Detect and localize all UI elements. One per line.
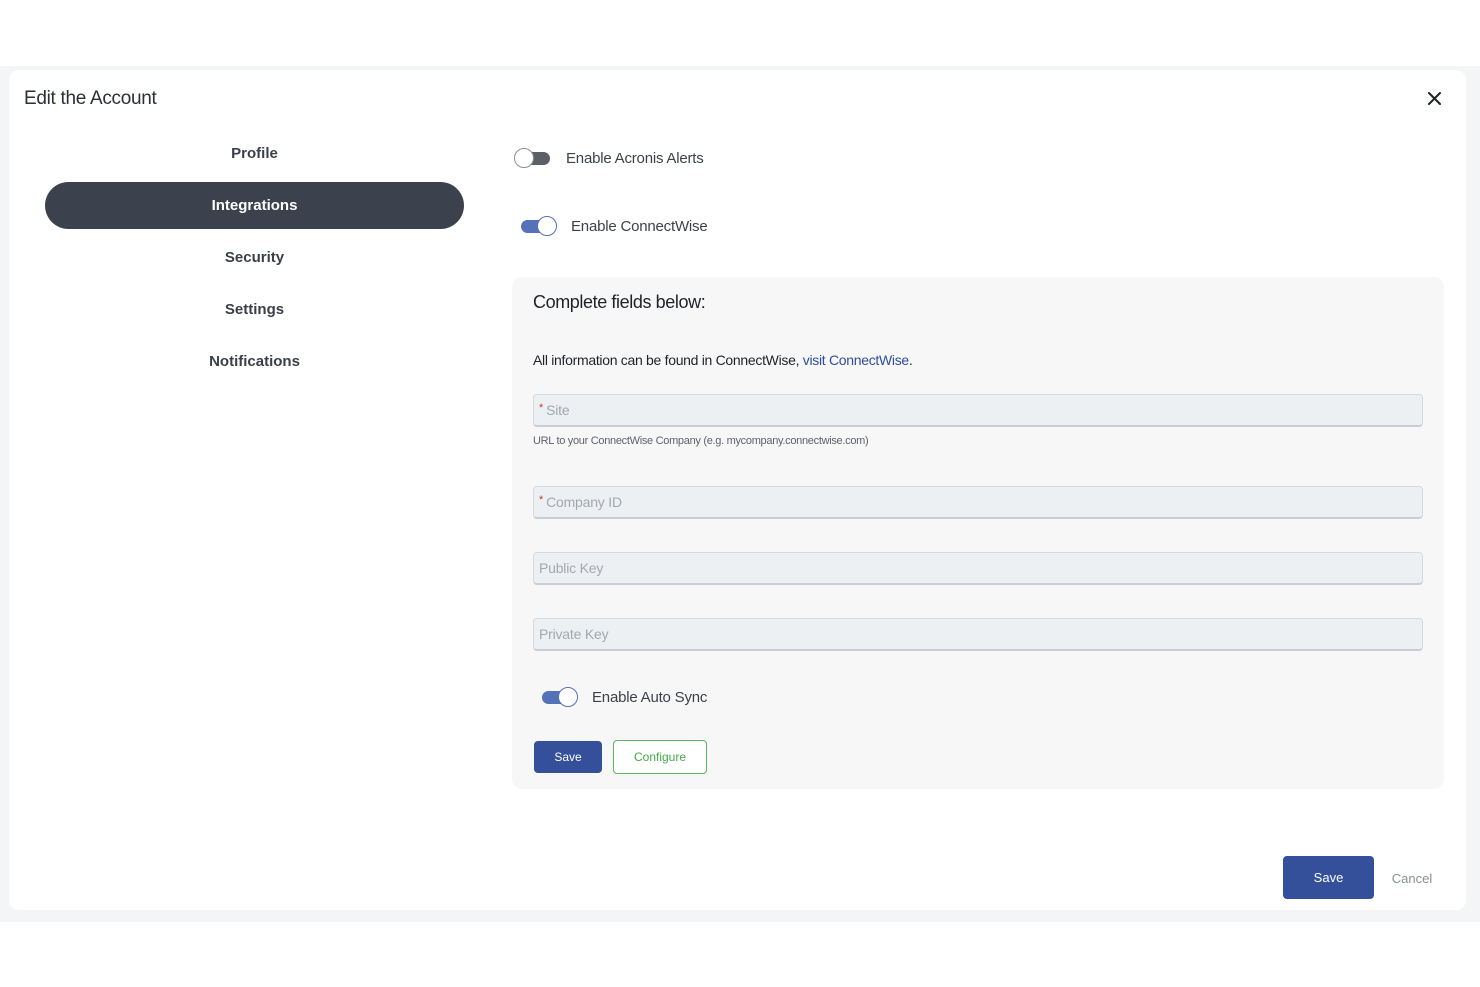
nav-item-security[interactable]: Security xyxy=(45,234,464,281)
connectwise-label: Enable ConnectWise xyxy=(571,217,708,235)
save-button[interactable]: Save xyxy=(1283,856,1374,899)
acronis-alerts-row: Enable Acronis Alerts xyxy=(514,148,704,168)
site-placeholder: Site xyxy=(546,402,570,418)
public-key-placeholder: Public Key xyxy=(539,560,604,576)
required-mark: * xyxy=(539,494,544,506)
nav-item-settings[interactable]: Settings xyxy=(45,286,464,333)
connectwise-row: Enable ConnectWise xyxy=(519,216,708,236)
edit-account-modal: Edit the Account Profile Integrations Se… xyxy=(9,70,1466,910)
cancel-button[interactable]: Cancel xyxy=(1385,868,1439,888)
company-id-placeholder: Company ID xyxy=(546,494,622,510)
auto-sync-toggle[interactable] xyxy=(540,687,578,707)
nav-item-integrations[interactable]: Integrations xyxy=(45,182,464,229)
toggle-knob xyxy=(558,687,578,707)
modal-title: Edit the Account xyxy=(24,88,157,109)
nav-item-notifications[interactable]: Notifications xyxy=(45,338,464,385)
toggle-knob xyxy=(537,216,557,236)
panel-heading: Complete fields below: xyxy=(533,292,706,312)
configure-button[interactable]: Configure xyxy=(613,740,707,774)
acronis-alerts-label: Enable Acronis Alerts xyxy=(566,149,704,167)
visit-connectwise-link[interactable]: visit ConnectWise xyxy=(803,352,909,368)
auto-sync-row: Enable Auto Sync xyxy=(540,687,707,707)
close-icon xyxy=(1427,91,1441,105)
company-id-input[interactable]: * Company ID xyxy=(533,486,1423,519)
toggle-knob xyxy=(514,148,534,168)
acronis-alerts-toggle[interactable] xyxy=(514,148,552,168)
panel-info-suffix: . xyxy=(908,352,913,368)
connectwise-panel: Complete fields below: All information c… xyxy=(512,277,1444,789)
panel-save-button[interactable]: Save xyxy=(534,741,602,773)
private-key-input[interactable]: Private Key xyxy=(533,618,1423,651)
site-help-text: URL to your ConnectWise Company (e.g. my… xyxy=(533,435,869,447)
connectwise-toggle[interactable] xyxy=(519,216,557,236)
auto-sync-label: Enable Auto Sync xyxy=(592,688,708,706)
private-key-placeholder: Private Key xyxy=(539,626,609,642)
close-button[interactable] xyxy=(1422,86,1446,110)
panel-info-text: All information can be found in ConnectW… xyxy=(533,352,803,368)
account-nav: Profile Integrations Security Settings N… xyxy=(45,130,464,390)
required-mark: * xyxy=(539,402,544,414)
site-input[interactable]: * Site xyxy=(533,394,1423,427)
panel-info: All information can be found in ConnectW… xyxy=(533,352,913,368)
public-key-input[interactable]: Public Key xyxy=(533,552,1423,585)
nav-item-profile[interactable]: Profile xyxy=(45,130,464,177)
